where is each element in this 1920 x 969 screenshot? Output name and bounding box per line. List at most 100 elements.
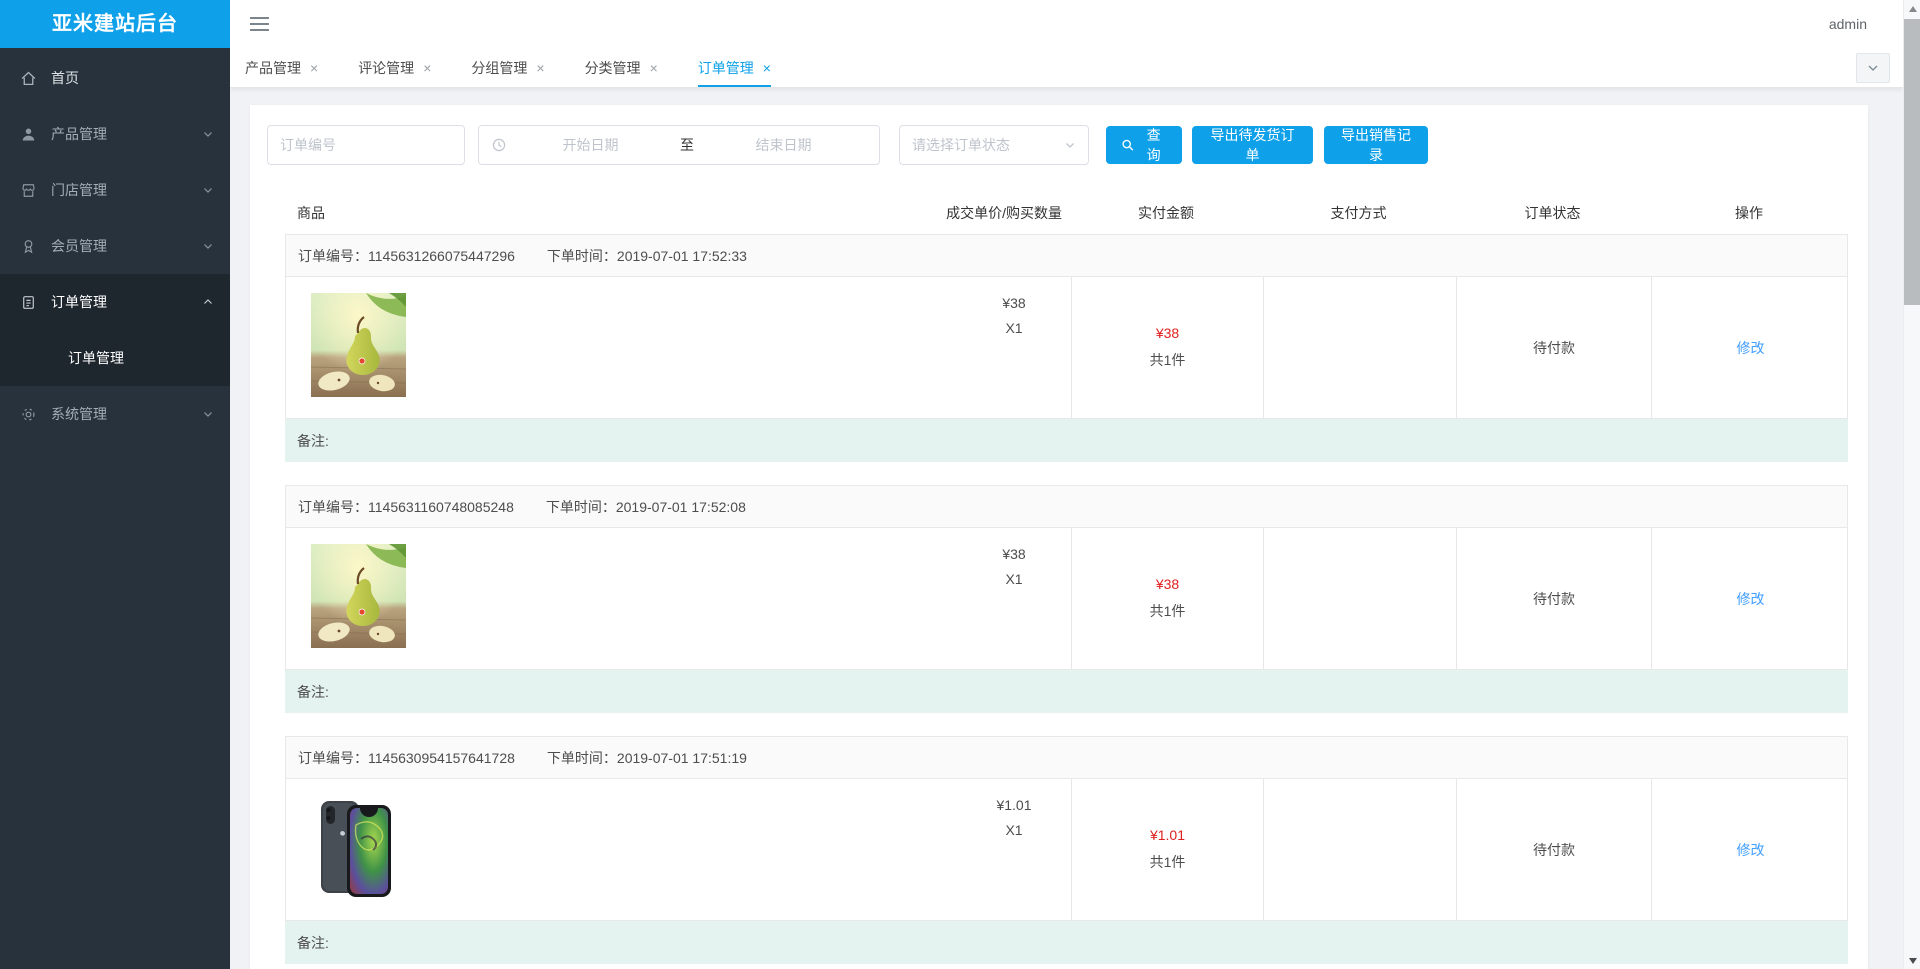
date-separator: 至 <box>680 137 694 153</box>
order-number-label: 订单编号： <box>298 498 368 515</box>
actions-cell: 修改 <box>1651 779 1849 920</box>
order-status-select[interactable]: 请选择订单状态 <box>899 125 1089 165</box>
user-menu[interactable]: admin <box>1829 0 1867 48</box>
actions-cell: 修改 <box>1651 528 1849 669</box>
product-cell: ¥38 X1 <box>286 277 1071 418</box>
quantity: X1 <box>1005 822 1023 838</box>
order-number-input[interactable] <box>267 125 465 165</box>
order-time-label: 下单时间： <box>546 749 617 766</box>
sidebar: 亚米建站后台 首页 产品管理 门店管理 会员管理 订单管理 订单管理 系统管理 <box>0 0 230 969</box>
order-status: 待付款 <box>1533 590 1575 607</box>
close-icon[interactable]: × <box>763 60 771 76</box>
sidebar-subitem-label: 订单管理 <box>68 350 124 366</box>
select-placeholder: 请选择订单状态 <box>912 137 1010 153</box>
tab-groups[interactable]: 分组管理 × <box>471 48 544 87</box>
close-icon[interactable]: × <box>310 60 318 76</box>
column-header-unit-price-qty: 成交单价/购买数量 <box>946 204 1062 221</box>
piece-count: 共1件 <box>1149 854 1186 870</box>
modify-link[interactable]: 修改 <box>1737 840 1765 860</box>
column-header-product: 商品 成交单价/购买数量 <box>297 204 1062 221</box>
close-icon[interactable]: × <box>650 60 658 76</box>
order-header: 订单编号：1145631160748085248 下单时间：2019-07-01… <box>285 485 1848 528</box>
order-status-cell: 待付款 <box>1456 277 1651 418</box>
export-pending-orders-button[interactable]: 导出待发货订单 <box>1192 126 1313 164</box>
paid-amount-cell: ¥1.01 共1件 <box>1071 779 1263 920</box>
order-header: 订单编号：1145630954157641728 下单时间：2019-07-01… <box>285 736 1848 779</box>
modify-link[interactable]: 修改 <box>1737 589 1765 609</box>
chevron-down-icon <box>202 408 214 420</box>
tab-categories[interactable]: 分类管理 × <box>585 48 658 87</box>
remark-label: 备注: <box>297 432 329 449</box>
sidebar-item-orders[interactable]: 订单管理 <box>0 274 230 330</box>
unit-price-quantity: ¥38 X1 <box>982 546 1046 587</box>
order-number-value: 1145630954157641728 <box>368 749 515 766</box>
order-number-label: 订单编号： <box>298 749 368 766</box>
unit-price: ¥38 <box>1002 546 1026 562</box>
product-cell: ¥38 X1 <box>286 528 1071 669</box>
chevron-down-icon <box>202 184 214 196</box>
quantity: X1 <box>1005 571 1023 587</box>
actions-cell: 修改 <box>1651 277 1849 418</box>
member-icon <box>20 238 37 255</box>
column-header-order-status: 订单状态 <box>1524 204 1581 221</box>
sidebar-item-products[interactable]: 产品管理 <box>0 106 230 162</box>
order-number: 订单编号：1145631266075447296 <box>298 246 515 266</box>
sidebar-item-system[interactable]: 系统管理 <box>0 386 230 442</box>
order-status-cell: 待付款 <box>1456 779 1651 920</box>
scroll-up-icon[interactable] <box>1904 0 1920 17</box>
payment-method-cell <box>1263 277 1456 418</box>
export-sales-label: 导出销售记录 <box>1341 127 1411 163</box>
column-header-paid-amount: 实付金额 <box>1138 204 1194 221</box>
home-icon <box>20 70 37 87</box>
remark-label: 备注: <box>297 934 329 951</box>
chevron-down-icon <box>1066 143 1074 148</box>
unit-price-quantity: ¥1.01 X1 <box>982 797 1046 838</box>
product-cell: ¥1.01 X1 <box>286 779 1071 920</box>
tab-overflow-button[interactable] <box>1856 53 1890 83</box>
unit-price: ¥38 <box>1002 295 1026 311</box>
modify-link[interactable]: 修改 <box>1737 338 1765 358</box>
orders-panel: 至 请选择订单状态 查询 导出待发货订单 导出销售记录 商品 成交单价/购买数量… <box>250 105 1868 969</box>
tab-comments[interactable]: 评论管理 × <box>358 48 431 87</box>
sidebar-subitem-order-management[interactable]: 订单管理 <box>0 330 230 386</box>
user-icon <box>20 126 37 143</box>
close-icon[interactable]: × <box>423 60 431 76</box>
payment-method-cell <box>1263 528 1456 669</box>
sidebar-item-home[interactable]: 首页 <box>0 50 230 106</box>
paid-amount: ¥38 <box>1155 576 1180 592</box>
start-date-input[interactable] <box>507 137 674 153</box>
orders-table: 商品 成交单价/购买数量 实付金额 支付方式 订单状态 操作 订单编号：1145… <box>285 194 1848 969</box>
order-body-row: ¥1.01 X1 ¥1.01 共1件 待付款 修改 <box>285 779 1848 921</box>
order-body-row: ¥38 X1 ¥38 共1件 待付款 修改 <box>285 528 1848 670</box>
sidebar-item-label: 系统管理 <box>51 406 107 422</box>
tab-orders[interactable]: 订单管理 × <box>697 48 771 87</box>
tab-label: 产品管理 <box>245 59 301 76</box>
vertical-scrollbar[interactable] <box>1903 0 1920 969</box>
shop-icon <box>20 182 37 199</box>
end-date-input[interactable] <box>700 137 867 153</box>
unit-price-quantity: ¥38 X1 <box>982 295 1046 336</box>
remark-label: 备注: <box>297 683 329 700</box>
export-sales-records-button[interactable]: 导出销售记录 <box>1324 126 1428 164</box>
order-status: 待付款 <box>1533 339 1575 356</box>
sidebar-item-stores[interactable]: 门店管理 <box>0 162 230 218</box>
search-button-label: 查询 <box>1146 127 1161 163</box>
close-icon[interactable]: × <box>536 60 544 76</box>
order-group: 订单编号：1145630954157641728 下单时间：2019-07-01… <box>285 736 1848 964</box>
table-header-row: 商品 成交单价/购买数量 实付金额 支付方式 订单状态 操作 <box>285 194 1848 231</box>
scroll-down-icon[interactable] <box>1904 952 1920 969</box>
clock-icon <box>491 137 507 153</box>
search-button[interactable]: 查询 <box>1106 126 1182 164</box>
sidebar-item-members[interactable]: 会员管理 <box>0 218 230 274</box>
sidebar-item-label: 门店管理 <box>51 182 107 198</box>
paid-amount: ¥38 <box>1155 325 1180 341</box>
chevron-down-icon <box>202 128 214 140</box>
hamburger-menu-icon[interactable] <box>250 17 269 31</box>
search-icon <box>1122 139 1134 151</box>
main-content: 至 请选择订单状态 查询 导出待发货订单 导出销售记录 商品 成交单价/购买数量… <box>230 88 1903 969</box>
tab-label: 评论管理 <box>358 59 415 76</box>
scrollbar-thumb[interactable] <box>1904 19 1920 305</box>
app-title: 亚米建站后台 <box>0 0 230 48</box>
tab-products[interactable]: 产品管理 × <box>245 48 318 87</box>
date-range-picker[interactable]: 至 <box>478 125 880 165</box>
